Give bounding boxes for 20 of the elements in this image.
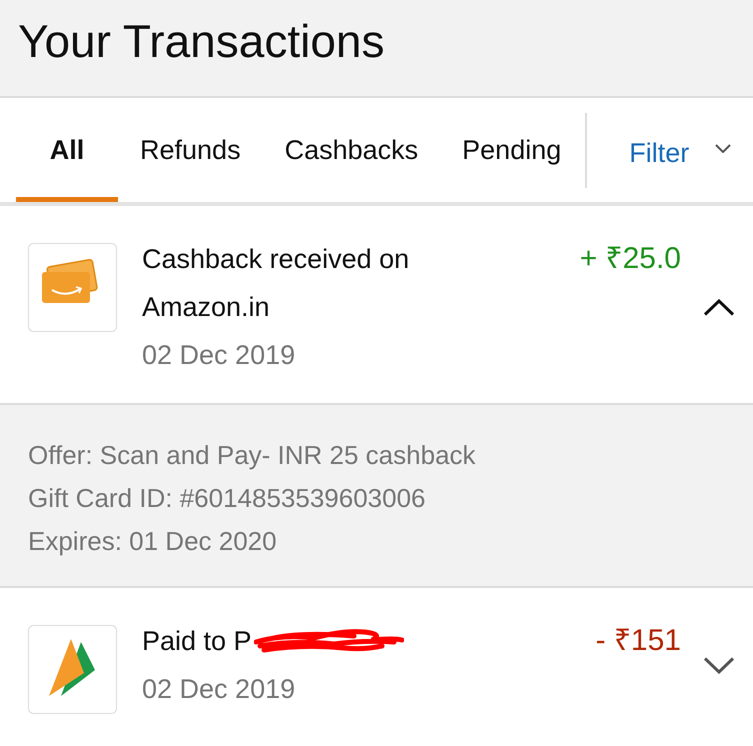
cards-icon	[28, 243, 117, 332]
transaction-title: Cashback received on Amazon.in	[142, 243, 410, 324]
detail-line: Expires: 01 Dec 2020	[28, 525, 278, 558]
tab[interactable]: Refunds	[118, 98, 263, 202]
page-title: Your Transactions	[18, 15, 386, 67]
transaction-amount: - ₹151	[596, 623, 681, 659]
chevron-down-icon	[715, 144, 732, 152]
arrowhead-logo-icon	[28, 625, 117, 714]
transaction-title: Paid to P	[142, 625, 252, 658]
filter-button[interactable]: Filter	[587, 132, 732, 168]
tab[interactable]: Cashbacks	[262, 98, 440, 202]
transaction-date: 02 Dec 2019	[142, 339, 296, 372]
transaction-date: 02 Dec 2019	[142, 673, 296, 706]
detail-line: Offer: Scan and Pay- INR 25 cashback	[28, 439, 477, 472]
detail-line: Gift Card ID: #6014853539603006	[28, 482, 427, 515]
tab[interactable]: Pending	[440, 98, 584, 202]
chevron-up-icon[interactable]	[703, 298, 735, 316]
tab[interactable]: All	[16, 98, 118, 202]
transaction-amount: + ₹25.0	[580, 241, 681, 277]
chevron-down-icon[interactable]	[703, 657, 735, 674]
